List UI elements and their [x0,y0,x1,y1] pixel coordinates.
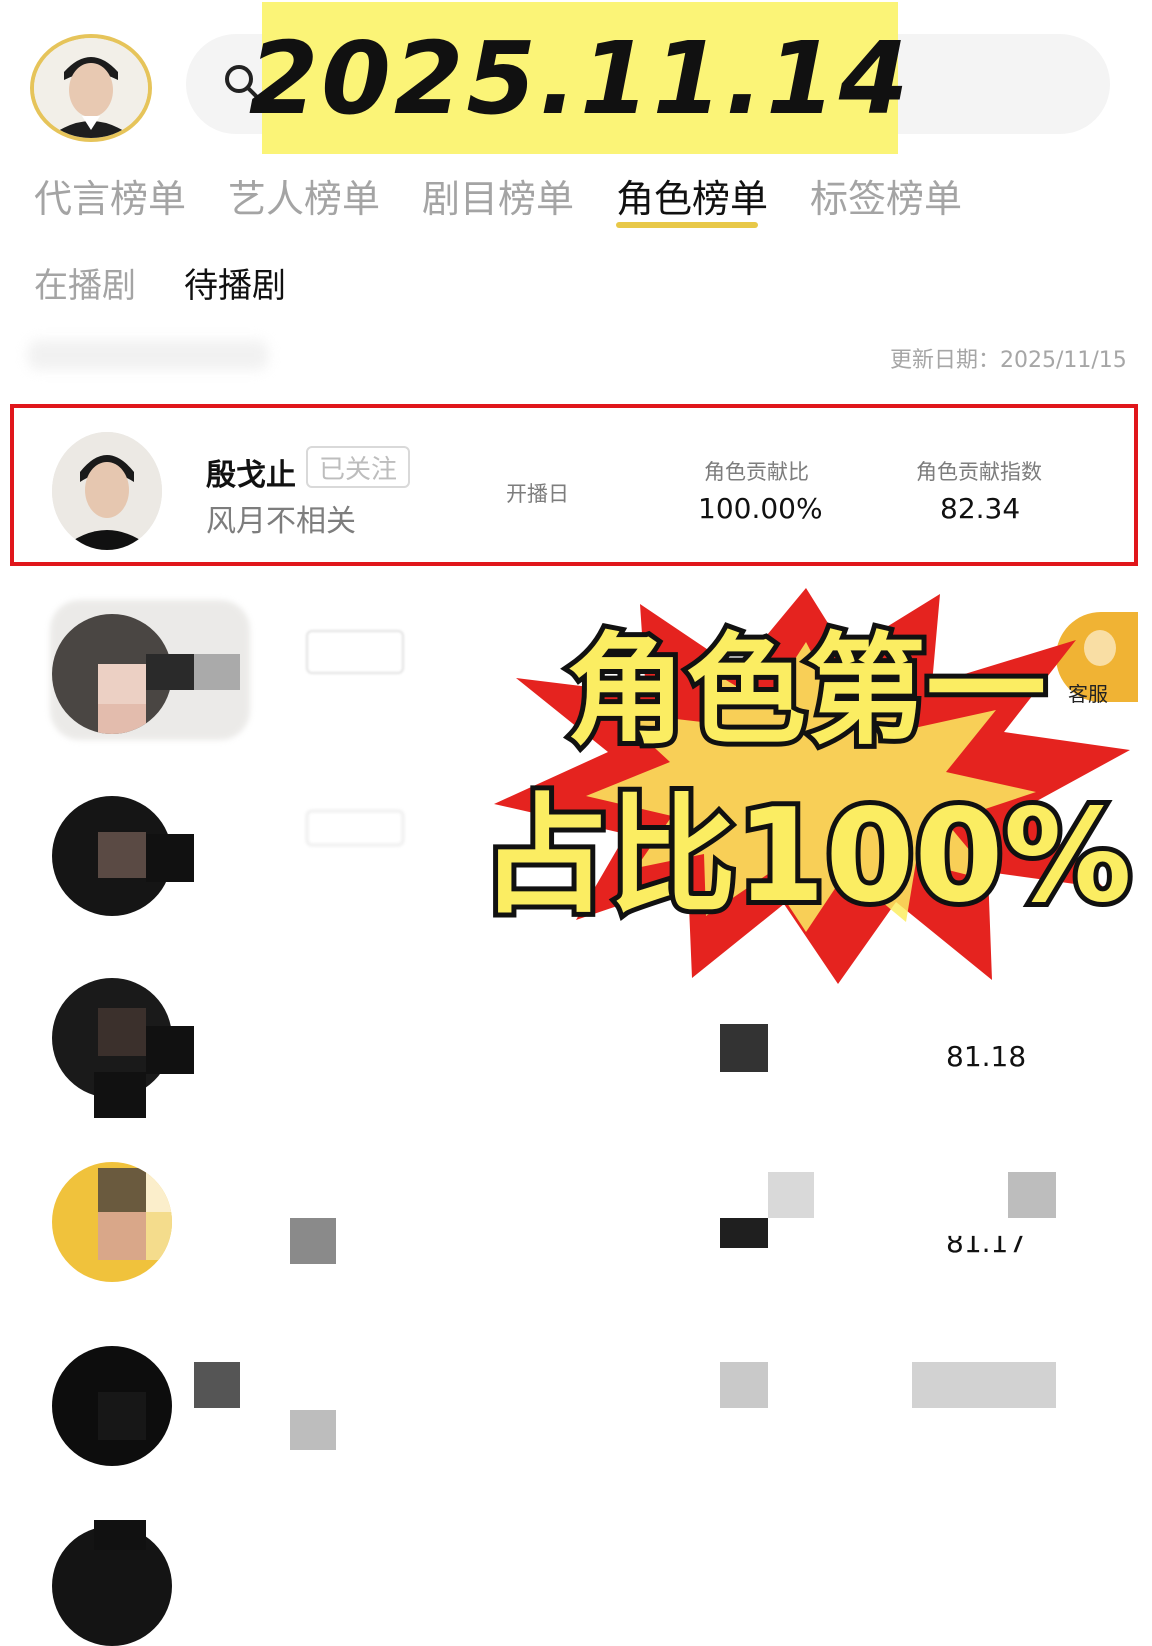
tab-role[interactable]: 角色榜单 [616,168,768,223]
contribution-index-label: 角色贡献指数 [916,460,1042,484]
pixel-block [94,1072,146,1118]
pixel-block [290,1218,336,1264]
update-date: 更新日期：2025/11/15 [890,348,1127,373]
pixel-block [194,654,240,690]
follow-button[interactable] [306,810,404,846]
contribution-ratio-value: 100.00% [698,492,823,525]
pixel-block [768,1172,814,1218]
sticker-overlay: 角色第一 占比100% [476,588,1136,984]
pixel-block [146,654,194,690]
pixel-block [194,1362,240,1408]
air-date-label: 开播日 [506,482,569,506]
tab-drama[interactable]: 剧目榜单 [422,168,574,223]
row-avatar[interactable] [52,1346,172,1466]
pixel-block [290,1410,336,1450]
role-avatar[interactable] [52,432,162,550]
contribution-index-value: 81.18 [946,1040,1027,1073]
pixel-block [146,1026,194,1074]
pixel-block [912,1362,1056,1408]
date-banner: 2025.11.14 [249,2,908,154]
blurred-caption [28,340,268,370]
row-avatar[interactable] [52,1162,172,1282]
sticker-line1: 角色第一 [566,622,1046,761]
pixel-block [146,834,194,882]
role-name[interactable]: 殷戈止 [206,450,296,494]
pixel-block [94,1520,146,1550]
contribution-ratio-label: 角色贡献比 [704,460,809,484]
follow-button[interactable] [306,630,404,674]
sticker-line2: 占比100% [480,782,1131,931]
pixel-block [1008,1172,1056,1218]
pixel-block [720,1218,768,1248]
contribution-index-value: 82.34 [940,492,1021,525]
pixel-block [720,1362,768,1408]
pixel-block [720,1024,768,1072]
contribution-index-value: 81.17 [946,1226,1027,1259]
follow-button[interactable]: 已关注 [306,446,410,488]
tab-tag[interactable]: 标签榜单 [810,168,962,223]
subtab-upcoming[interactable]: 待播剧 [184,258,286,307]
active-tab-indicator [616,222,758,228]
tab-endorsement[interactable]: 代言榜单 [34,168,186,223]
show-title[interactable]: 风月不相关 [206,496,356,540]
subtab-airing[interactable]: 在播剧 [34,258,136,307]
user-avatar[interactable] [30,34,152,142]
tab-artist[interactable]: 艺人榜单 [228,168,380,223]
